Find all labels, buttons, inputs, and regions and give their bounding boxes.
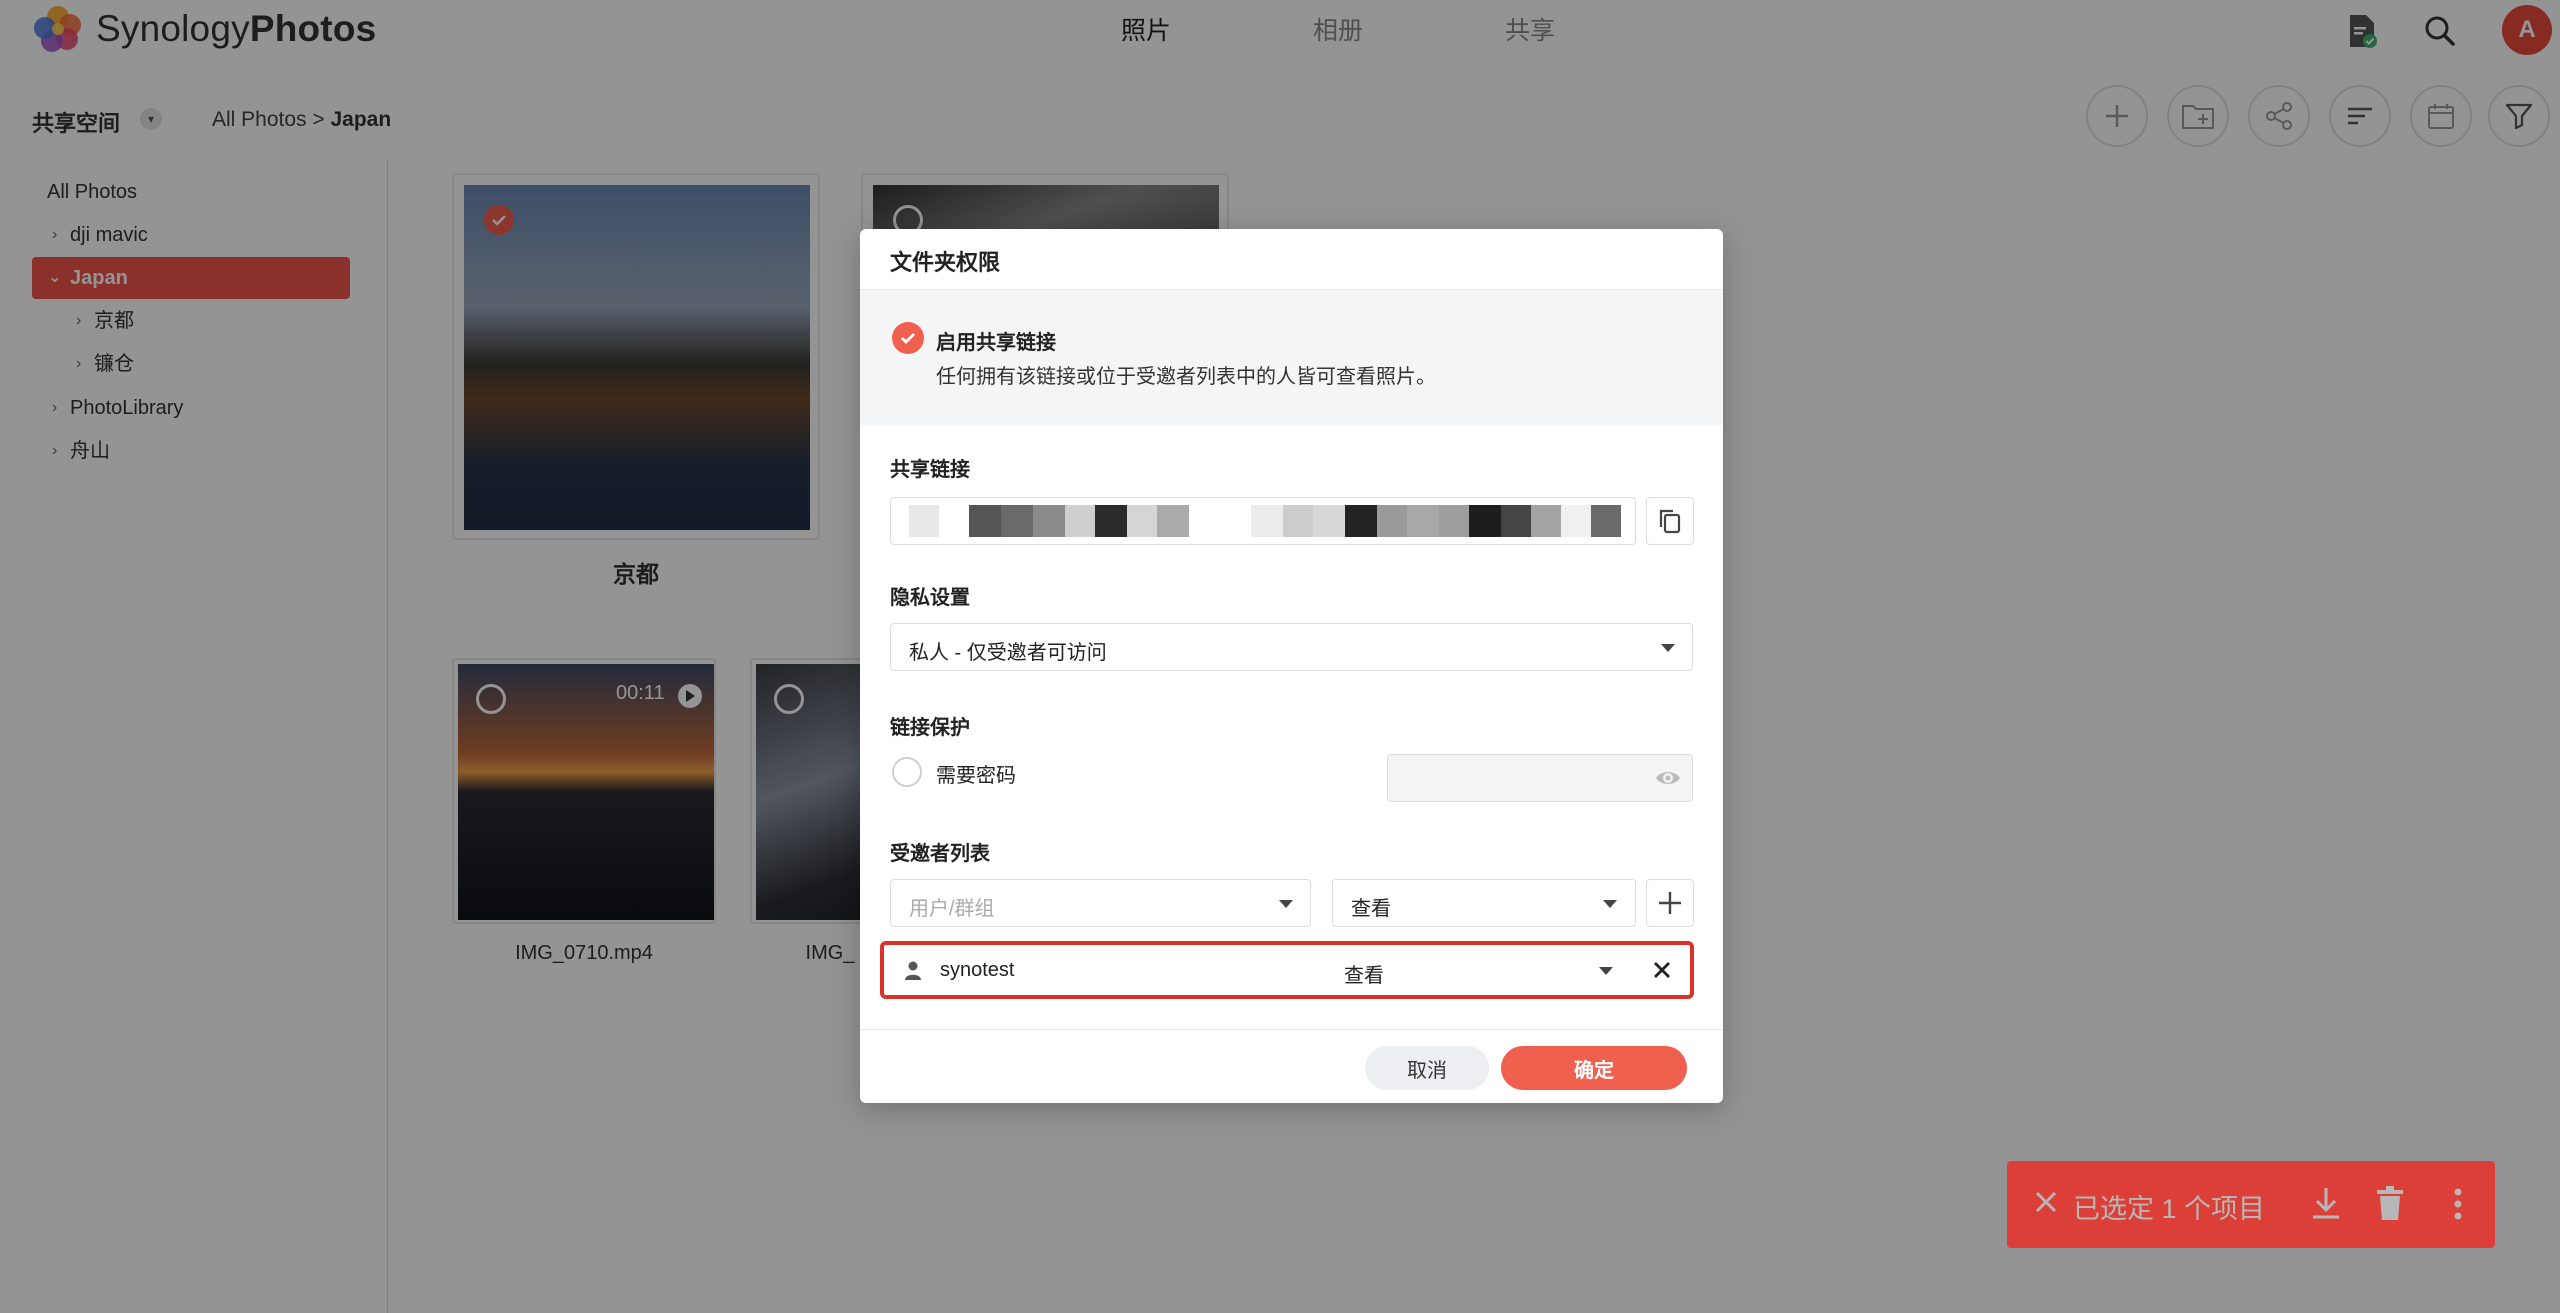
caret-down-icon bbox=[1661, 644, 1675, 652]
share-link-redacted bbox=[891, 498, 1621, 544]
invitee-permission-select[interactable]: 查看 bbox=[1344, 959, 1384, 988]
privacy-settings-label: 隐私设置 bbox=[890, 587, 970, 609]
caret-down-icon bbox=[1603, 900, 1617, 908]
confirm-button[interactable]: 确定 bbox=[1501, 1046, 1687, 1090]
require-password-checkbox[interactable] bbox=[892, 757, 922, 787]
password-input[interactable] bbox=[1387, 754, 1693, 802]
permission-select[interactable]: 查看 bbox=[1332, 879, 1636, 927]
enable-share-link-checkbox[interactable] bbox=[892, 322, 924, 354]
add-invitee-button[interactable] bbox=[1646, 879, 1694, 927]
share-link-field[interactable] bbox=[890, 497, 1636, 545]
copy-icon bbox=[1659, 509, 1681, 534]
enable-share-link-description: 任何拥有该链接或位于受邀者列表中的人皆可查看照片。 bbox=[936, 366, 1436, 388]
invitee-list-label: 受邀者列表 bbox=[890, 843, 990, 865]
privacy-select-value: 私人 - 仅受邀者可访问 bbox=[909, 642, 1107, 664]
user-group-select[interactable]: 用户/群组 bbox=[890, 879, 1311, 927]
enable-share-link-label: 启用共享链接 bbox=[936, 332, 1056, 354]
privacy-select[interactable]: 私人 - 仅受邀者可访问 bbox=[890, 623, 1693, 671]
download-icon[interactable] bbox=[2309, 1185, 2343, 1226]
invitee-row: synotest 查看 bbox=[880, 941, 1694, 999]
dialog-title: 文件夹权限 bbox=[890, 250, 1001, 275]
user-group-placeholder: 用户/群组 bbox=[909, 898, 995, 920]
caret-down-icon[interactable] bbox=[1599, 967, 1613, 975]
copy-link-button[interactable] bbox=[1646, 497, 1694, 545]
folder-permissions-dialog: 文件夹权限 启用共享链接 任何拥有该链接或位于受邀者列表中的人皆可查看照片。 共… bbox=[860, 229, 1723, 1103]
enable-share-link-section: 启用共享链接 任何拥有该链接或位于受邀者列表中的人皆可查看照片。 bbox=[860, 290, 1723, 425]
require-password-label: 需要密码 bbox=[936, 765, 1016, 787]
permission-select-value: 查看 bbox=[1351, 898, 1391, 920]
remove-invitee-icon[interactable] bbox=[1652, 960, 1672, 985]
divider bbox=[860, 1029, 1723, 1030]
link-protection-label: 链接保护 bbox=[890, 717, 970, 739]
invitee-name: synotest bbox=[940, 959, 1015, 981]
share-link-label: 共享链接 bbox=[890, 459, 970, 481]
check-icon bbox=[901, 333, 915, 344]
user-icon bbox=[904, 961, 922, 986]
caret-down-icon bbox=[1279, 900, 1293, 908]
trash-icon[interactable] bbox=[2375, 1185, 2405, 1226]
selection-bar: 已选定 1 个项目 bbox=[2007, 1161, 2495, 1248]
plus-icon bbox=[1659, 892, 1681, 914]
cancel-button[interactable]: 取消 bbox=[1365, 1046, 1489, 1090]
more-options-icon[interactable] bbox=[2453, 1187, 2463, 1226]
close-icon[interactable] bbox=[2031, 1187, 2061, 1222]
selection-count: 已选定 1 个项目 bbox=[2073, 1194, 2266, 1224]
eye-icon[interactable] bbox=[1654, 767, 1682, 794]
